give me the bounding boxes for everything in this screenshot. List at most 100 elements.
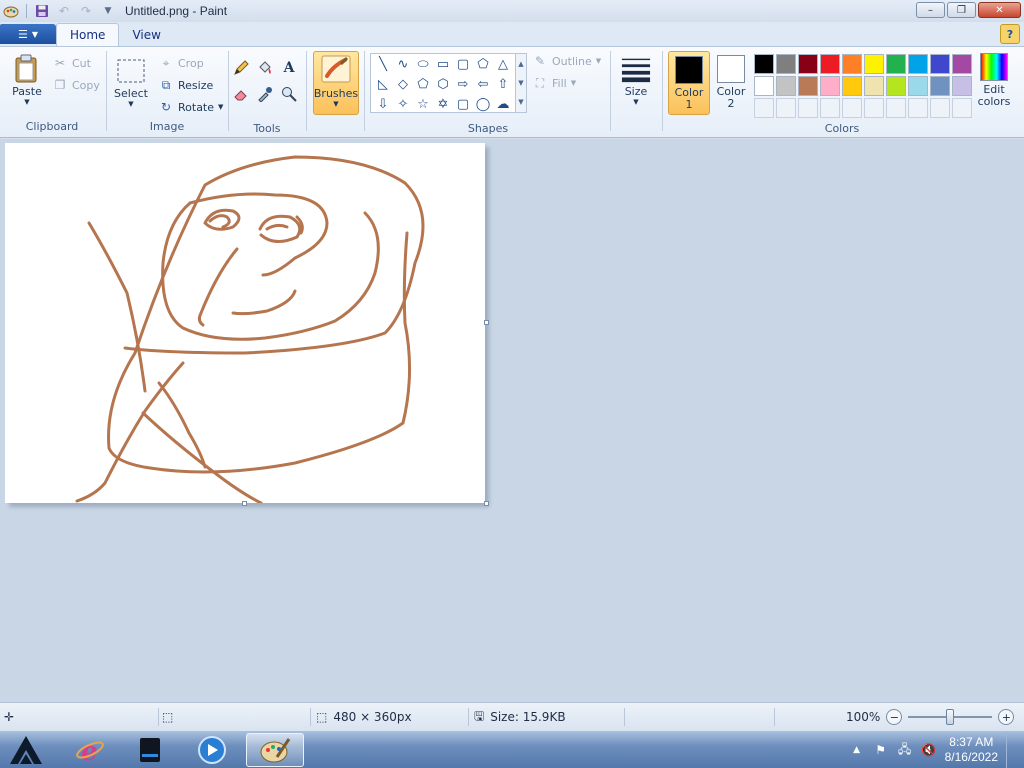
palette-swatch[interactable] [930, 76, 950, 96]
start-button[interactable] [0, 733, 52, 767]
oval-callout-shape-icon[interactable]: ◯ [473, 94, 493, 114]
color1-button[interactable]: Color 1 [668, 51, 710, 115]
custom-color-slot[interactable] [864, 98, 884, 118]
palette-swatch[interactable] [776, 76, 796, 96]
outline-button[interactable]: ✎ Outline ▼ [532, 51, 601, 71]
resize-button[interactable]: ⧉ Resize [158, 75, 214, 95]
custom-color-slot[interactable] [952, 98, 972, 118]
custom-color-slot[interactable] [842, 98, 862, 118]
custom-color-slot[interactable] [820, 98, 840, 118]
copy-button[interactable]: ❐ Copy [52, 75, 100, 95]
hexagon-shape-icon[interactable]: ⬡ [433, 74, 453, 94]
palette-swatch[interactable] [908, 54, 928, 74]
right-triangle-shape-icon[interactable]: ◺ [373, 74, 393, 94]
select-button[interactable]: Select ▼ [114, 55, 148, 108]
rotate-button[interactable]: ↻ Rotate ▼ [158, 97, 223, 117]
palette-swatch[interactable] [908, 76, 928, 96]
zoom-out-button[interactable]: − [886, 709, 903, 725]
edit-colors-button[interactable]: Edit colors [976, 53, 1012, 108]
custom-color-slot[interactable] [776, 98, 796, 118]
resize-handle-bottom[interactable] [242, 501, 247, 506]
minimize-button[interactable]: – [916, 2, 945, 18]
left-arrow-shape-icon[interactable]: ⇦ [473, 74, 493, 94]
clock[interactable]: 8:37 AM 8/16/2022 [945, 735, 998, 765]
pencil-icon[interactable] [230, 57, 252, 79]
down-arrow-shape-icon[interactable]: ⇩ [373, 94, 393, 114]
palette-swatch[interactable] [842, 54, 862, 74]
cloud-callout-shape-icon[interactable]: ☁ [493, 94, 513, 114]
palette-swatch[interactable] [864, 54, 884, 74]
custom-color-slot[interactable] [930, 98, 950, 118]
show-hidden-icons-icon[interactable]: ▲ [849, 742, 865, 758]
shapes-scroll[interactable]: ▲ ▼ ▼ [515, 53, 527, 113]
eraser-icon[interactable] [230, 83, 252, 105]
palette-swatch[interactable] [930, 54, 950, 74]
right-arrow-shape-icon[interactable]: ⇨ [453, 74, 473, 94]
zoom-slider[interactable] [908, 709, 993, 725]
six-point-star-shape-icon[interactable]: ✡ [433, 94, 453, 114]
custom-color-slot[interactable] [798, 98, 818, 118]
palette-swatch[interactable] [754, 76, 774, 96]
close-button[interactable]: ✕ [978, 2, 1021, 18]
paint-app-icon[interactable] [2, 2, 20, 20]
fill-button[interactable]: ⛶ Fill ▼ [532, 73, 576, 93]
palette-swatch[interactable] [820, 76, 840, 96]
line-shape-icon[interactable]: ╲ [373, 54, 393, 74]
paste-button[interactable]: Paste ▼ [8, 53, 46, 106]
expand-gallery-icon[interactable]: ▼ [518, 98, 523, 106]
save-icon[interactable] [33, 2, 51, 20]
magnifier-icon[interactable] [278, 83, 300, 105]
fill-bucket-icon[interactable] [254, 57, 276, 79]
curve-shape-icon[interactable]: ∿ [393, 54, 413, 74]
show-desktop-button[interactable] [1006, 731, 1018, 768]
tab-home[interactable]: Home [56, 23, 120, 46]
text-icon[interactable]: A [278, 57, 300, 79]
resize-handle-corner[interactable] [484, 501, 489, 506]
custom-color-slot[interactable] [908, 98, 928, 118]
crop-button[interactable]: ⌖ Crop [158, 53, 204, 73]
resize-handle-right[interactable] [484, 320, 489, 325]
rounded-callout-shape-icon[interactable]: ▢ [453, 94, 473, 114]
scroll-down-icon[interactable]: ▼ [518, 79, 523, 87]
pentagon-shape-icon[interactable]: ⬠ [413, 74, 433, 94]
taskbar-media-player[interactable] [186, 733, 238, 767]
color2-button[interactable]: Color 2 [710, 51, 752, 115]
custom-color-slot[interactable] [754, 98, 774, 118]
up-arrow-shape-icon[interactable]: ⇧ [493, 74, 513, 94]
volume-muted-icon[interactable]: 🔇 [921, 742, 937, 758]
size-button[interactable]: Size ▼ [616, 53, 656, 106]
network-icon[interactable]: 🖧 [897, 742, 913, 758]
tab-view[interactable]: View [119, 23, 173, 46]
palette-swatch[interactable] [886, 76, 906, 96]
triangle-shape-icon[interactable]: △ [493, 54, 513, 74]
taskbar-paint[interactable] [246, 733, 304, 767]
four-point-star-shape-icon[interactable]: ✧ [393, 94, 413, 114]
restore-button[interactable]: ❐ [947, 2, 976, 18]
cut-button[interactable]: ✂ Cut [52, 53, 91, 73]
help-icon[interactable]: ? [1000, 24, 1020, 44]
redo-icon[interactable]: ↷ [77, 2, 95, 20]
palette-swatch[interactable] [754, 54, 774, 74]
color-picker-icon[interactable] [254, 83, 276, 105]
palette-swatch[interactable] [842, 76, 862, 96]
palette-swatch[interactable] [820, 54, 840, 74]
work-area[interactable] [0, 139, 1024, 702]
custom-color-slot[interactable] [886, 98, 906, 118]
flag-icon[interactable]: ⚑ [873, 742, 889, 758]
undo-icon[interactable]: ↶ [55, 2, 73, 20]
palette-swatch[interactable] [952, 54, 972, 74]
brushes-button[interactable]: Brushes ▼ [313, 51, 359, 115]
drawing-canvas[interactable] [5, 143, 485, 505]
oval-shape-icon[interactable]: ⬭ [413, 54, 433, 74]
paint-menu-button[interactable]: ☰ ▼ [0, 24, 56, 44]
palette-swatch[interactable] [952, 76, 972, 96]
diamond-shape-icon[interactable]: ◇ [393, 74, 413, 94]
rounded-rectangle-shape-icon[interactable]: ▢ [453, 54, 473, 74]
customize-qat-icon[interactable]: ▼ [99, 2, 117, 20]
palette-swatch[interactable] [886, 54, 906, 74]
palette-swatch[interactable] [798, 54, 818, 74]
polygon-shape-icon[interactable]: ⬠ [473, 54, 493, 74]
palette-swatch[interactable] [798, 76, 818, 96]
palette-swatch[interactable] [864, 76, 884, 96]
five-point-star-shape-icon[interactable]: ☆ [413, 94, 433, 114]
